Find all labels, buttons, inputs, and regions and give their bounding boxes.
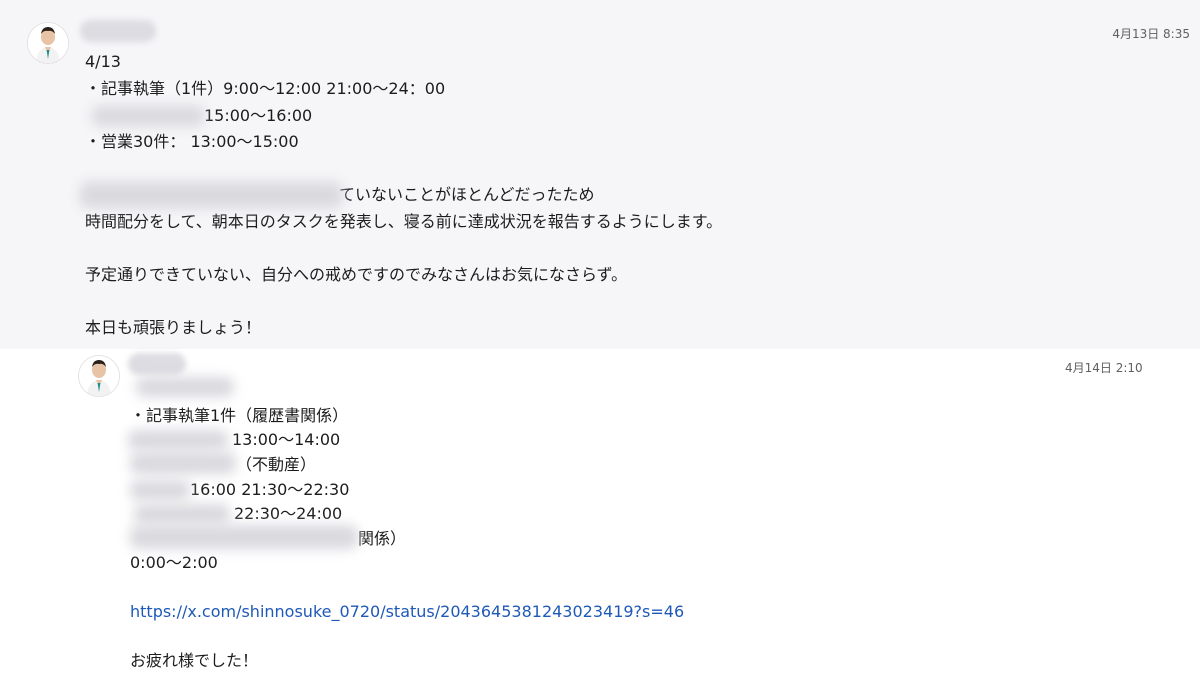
message-line: 4/13 (85, 52, 121, 71)
sender-name-redacted (128, 353, 186, 375)
status-link[interactable]: https://x.com/shinnosuke_0720/status/204… (130, 602, 684, 622)
message-line: ・記事執筆1件（履歴書関係） (130, 406, 349, 425)
redacted-text (136, 377, 234, 397)
message-line: （不動産） (236, 455, 317, 474)
avatar[interactable] (78, 355, 120, 397)
message-timestamp[interactable]: 4月13日 8:35 (1112, 25, 1190, 42)
avatar[interactable] (27, 22, 69, 64)
person-avatar-icon (28, 23, 68, 63)
sender-name-redacted (80, 20, 156, 42)
redacted-text (92, 106, 204, 126)
person-avatar-icon (79, 356, 119, 396)
redacted-text (130, 452, 236, 474)
chat-thread: 4月13日 8:35 4/13 ・記事執筆（1件）9:00〜12:00 21:0… (0, 0, 1200, 675)
message-line: 予定通りできていない、自分への戒めですのでみなさんはお気になさらず。 (85, 265, 628, 284)
redacted-text (80, 182, 342, 208)
message-line: ていないことがほとんどだったため (339, 185, 595, 204)
message-line: 0:00〜2:00 (130, 553, 218, 572)
redacted-text (134, 504, 230, 524)
message-line: 13:00〜14:00 (232, 430, 341, 449)
message-line: お疲れ様でした！ (130, 651, 259, 670)
message-line: 本日も頑張りましょう！ (85, 318, 262, 337)
redacted-text (128, 430, 228, 450)
message-line: 関係） (358, 529, 407, 548)
redacted-text (130, 525, 358, 549)
message-line: 15:00〜16:00 (204, 106, 313, 125)
message-1: 4月13日 8:35 4/13 ・記事執筆（1件）9:00〜12:00 21:0… (0, 0, 1200, 349)
message-timestamp[interactable]: 4月14日 2:10 (1065, 359, 1143, 376)
message-line: 16:00 21:30〜22:30 (190, 480, 350, 499)
message-line: ・記事執筆（1件）9:00〜12:00 21:00〜24：00 (85, 79, 446, 98)
message-line: ・営業30件： 13:00〜15:00 (85, 132, 299, 151)
redacted-text (130, 480, 190, 500)
message-line: 時間配分をして、朝本日のタスクを発表し、寝る前に達成状況を報告するようにします。 (85, 212, 723, 231)
message-2: 4月14日 2:10 ・記事執筆1件（履歴書関係） 13:00〜14:00 （不… (0, 349, 1200, 675)
message-line: 22:30〜24:00 (234, 504, 343, 523)
